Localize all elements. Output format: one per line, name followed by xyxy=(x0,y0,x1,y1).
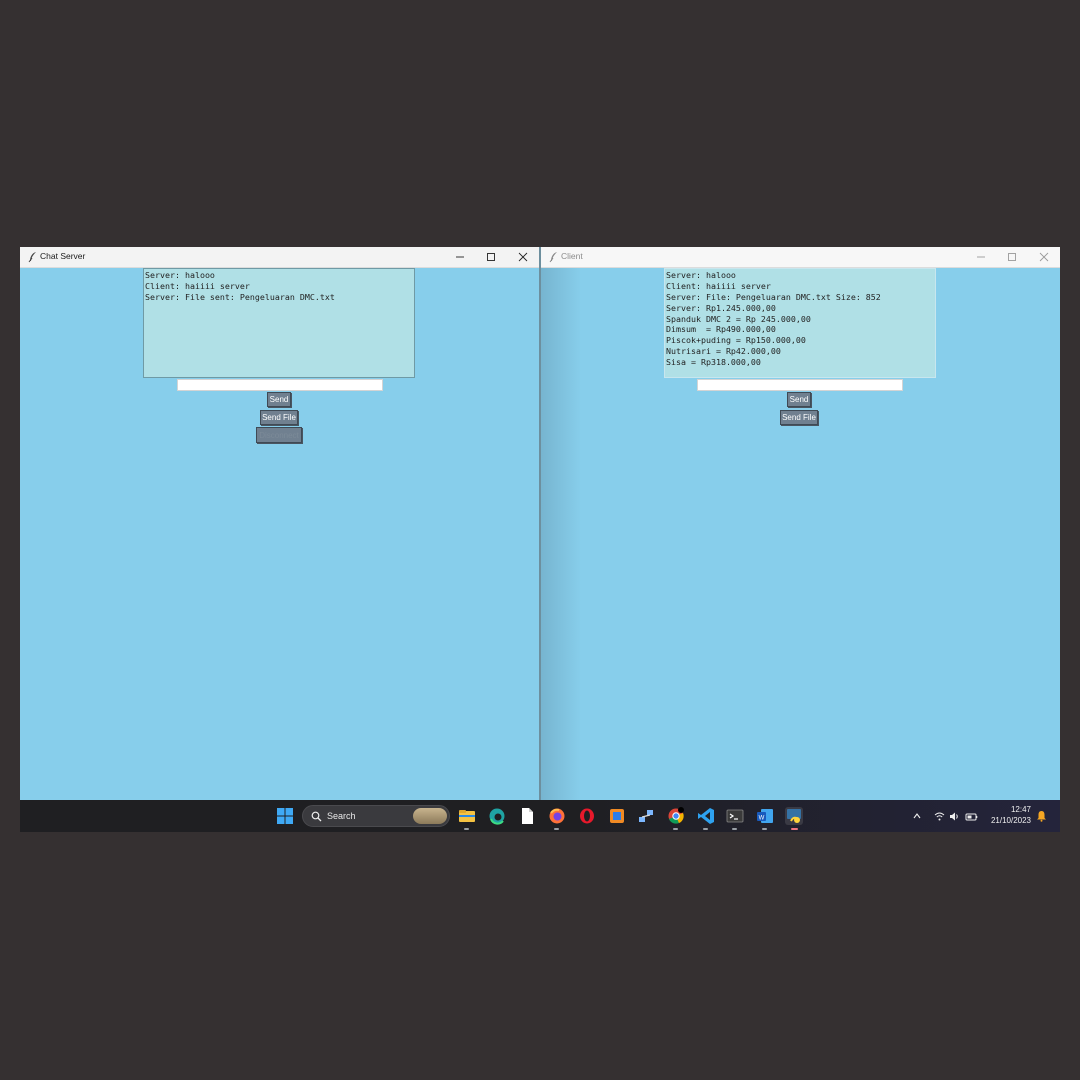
desktop: Chat Server Server: halooo Client: haiii… xyxy=(20,247,1060,832)
window-title: Client xyxy=(561,251,583,261)
maximize-icon xyxy=(1007,253,1016,261)
vscode-icon[interactable] xyxy=(697,807,715,825)
chat-server-window: Chat Server Server: halooo Client: haiii… xyxy=(20,247,539,800)
chat-message: Dimsum = Rp490.000,00 xyxy=(666,324,776,335)
chat-log[interactable]: Server: halooo Client: haiiii server Ser… xyxy=(664,268,936,378)
chat-message: Spanduk DMC 2 = Rp 245.000,00 xyxy=(666,313,811,324)
feather-icon xyxy=(28,252,36,263)
volume-icon[interactable] xyxy=(949,809,960,823)
chat-log[interactable]: Server: halooo Client: haiiii server Ser… xyxy=(143,268,415,378)
disabled-button[interactable]: Disconnect xyxy=(256,427,302,443)
clock[interactable]: 12:47 21/10/2023 xyxy=(985,804,1031,826)
close-button[interactable] xyxy=(507,247,538,267)
chat-message: Piscok+puding = Rp150.000,00 xyxy=(666,335,806,346)
message-input[interactable] xyxy=(177,379,383,391)
minimize-icon xyxy=(976,256,985,258)
notepad-icon[interactable] xyxy=(518,807,536,825)
chat-message: Server: File: Pengeluaran DMC.txt Size: … xyxy=(666,291,881,302)
feather-icon xyxy=(549,252,557,263)
chat-message: Sisa = Rp318.000,00 xyxy=(666,357,761,368)
chevron-up-icon xyxy=(913,813,921,819)
terminal-icon[interactable] xyxy=(726,807,744,825)
firefox-icon[interactable] xyxy=(548,807,566,825)
clock-time: 12:47 xyxy=(1010,805,1031,814)
minimize-icon xyxy=(455,256,464,258)
close-icon xyxy=(518,252,527,262)
chat-message: Client: haiiii server xyxy=(666,280,771,291)
search-icon xyxy=(311,811,322,822)
battery-icon[interactable] xyxy=(965,809,978,823)
window-title: Chat Server xyxy=(40,251,86,261)
title-bar[interactable]: Client xyxy=(541,247,1060,268)
show-hidden-icons-button[interactable] xyxy=(912,809,922,823)
maximize-button[interactable] xyxy=(475,247,506,267)
network-tool-icon[interactable] xyxy=(637,807,655,825)
send-file-button[interactable]: Send File xyxy=(260,410,298,425)
office-icon[interactable] xyxy=(608,807,626,825)
chat-message: Nutrisari = Rp42.000,00 xyxy=(666,346,781,357)
search-highlight-image xyxy=(413,808,447,824)
chat-message: Client: haiiii server xyxy=(145,280,250,291)
edge-icon[interactable] xyxy=(488,807,506,825)
opera-icon[interactable] xyxy=(578,807,596,825)
close-icon xyxy=(1039,252,1048,262)
svg-text:W: W xyxy=(759,816,765,822)
python-icon[interactable] xyxy=(785,807,803,825)
file-explorer-icon[interactable] xyxy=(458,807,476,825)
start-button[interactable] xyxy=(276,807,294,825)
minimize-button[interactable] xyxy=(965,247,996,267)
chat-message: Server: halooo xyxy=(145,270,215,280)
taskbar-search[interactable]: Search xyxy=(302,805,450,827)
taskbar: Search W 12:47 21/10/2023 xyxy=(20,800,1060,832)
minimize-button[interactable] xyxy=(444,247,475,267)
maximize-button[interactable] xyxy=(996,247,1027,267)
chrome-icon[interactable] xyxy=(667,807,685,825)
close-button[interactable] xyxy=(1028,247,1059,267)
chat-message: Server: halooo xyxy=(666,270,736,280)
client-window: Client Server: halooo Client: haiiii ser… xyxy=(541,247,1060,800)
search-label: Search xyxy=(327,811,356,821)
notification-bell-icon[interactable] xyxy=(1036,809,1047,823)
send-button[interactable]: Send xyxy=(787,392,811,407)
title-bar[interactable]: Chat Server xyxy=(20,247,539,268)
chat-message: Server: File sent: Pengeluaran DMC.txt xyxy=(145,291,335,302)
wifi-icon[interactable] xyxy=(934,809,945,823)
maximize-icon xyxy=(486,253,495,261)
word-icon[interactable]: W xyxy=(756,807,774,825)
clock-date: 21/10/2023 xyxy=(990,816,1031,825)
send-file-button[interactable]: Send File xyxy=(780,410,818,425)
windows-logo-icon xyxy=(277,808,293,824)
chat-message: Server: Rp1.245.000,00 xyxy=(666,302,776,313)
message-input[interactable] xyxy=(697,379,903,391)
send-button[interactable]: Send xyxy=(267,392,291,407)
